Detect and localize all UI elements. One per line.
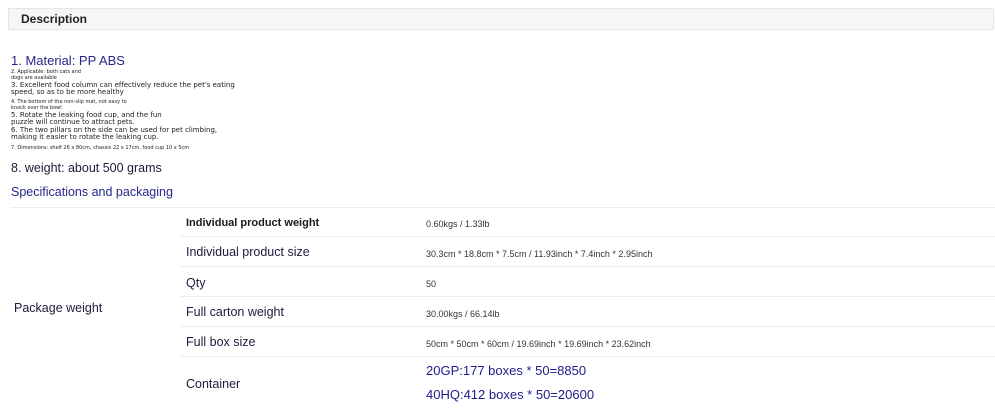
note-line: making it easier to rotate the leaking c… <box>11 133 159 141</box>
row-label: Full carton weight <box>186 305 284 319</box>
spec-heading: Specifications and packaging <box>11 185 173 199</box>
row-divider <box>180 266 995 267</box>
row-value: 40HQ:412 boxes * 50=20600 <box>426 387 595 402</box>
row-value: 50 <box>426 279 437 289</box>
row-label: Individual product size <box>186 245 310 259</box>
note-line: puzzle will continue to attract pets. <box>11 118 135 126</box>
divider <box>10 207 995 208</box>
row-label: Container <box>186 377 241 391</box>
description-title: Description <box>21 12 88 26</box>
row-value: 20GP:177 boxes * 50=8850 <box>426 363 587 378</box>
material-line: 1. Material: PP ABS <box>11 53 125 68</box>
note-line: 7. Dimensions: shelf 26 x 80cm, chassis … <box>11 145 190 151</box>
row-divider <box>180 326 995 327</box>
row-label: Individual product weight <box>186 217 320 229</box>
weight-line: 8. weight: about 500 grams <box>11 161 162 175</box>
row-value: 0.60kgs / 1.33lb <box>426 219 490 229</box>
row-value: 30.00kgs / 66.14lb <box>426 309 500 319</box>
package-weight-label: Package weight <box>14 301 103 315</box>
row-value: 50cm * 50cm * 60cm / 19.69inch * 19.69in… <box>426 339 651 349</box>
row-divider <box>180 356 995 357</box>
row-divider <box>180 296 995 297</box>
note-line: speed, so as to be more healthy <box>11 88 124 96</box>
row-label: Qty <box>186 276 206 290</box>
description-header: Description <box>8 8 994 30</box>
row-label: Full box size <box>186 335 256 349</box>
row-value: 30.3cm * 18.8cm * 7.5cm / 11.93inch * 7.… <box>426 249 653 259</box>
row-divider <box>180 236 995 237</box>
